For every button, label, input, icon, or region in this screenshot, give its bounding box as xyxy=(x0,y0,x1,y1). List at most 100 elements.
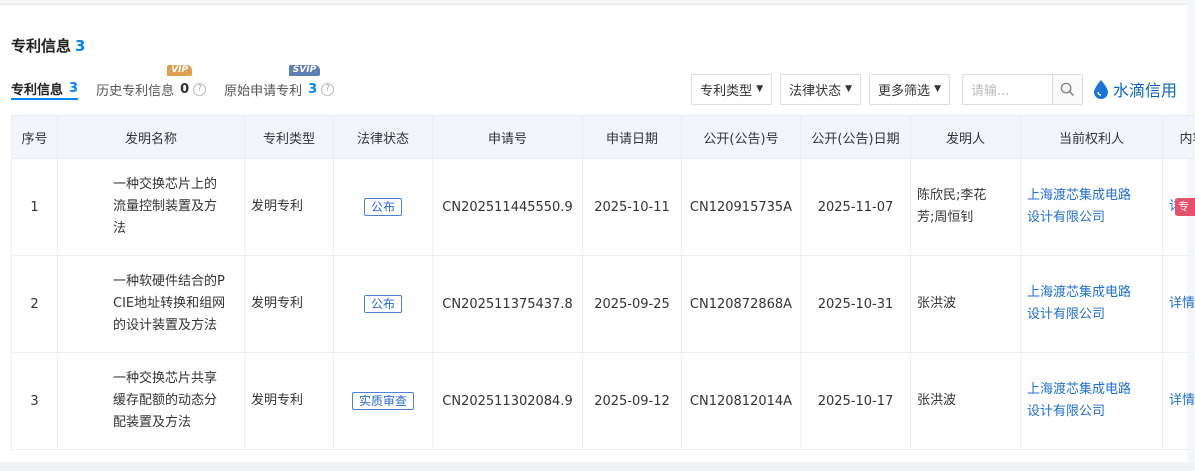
tab-original-application-patent[interactable]: SVIP 原始申请专利 3 ? xyxy=(224,65,335,100)
patent-type: 发明专利 xyxy=(244,158,334,256)
tab-patent-info[interactable]: 专利信息 3 xyxy=(11,78,79,100)
section-title: 专利信息 3 xyxy=(11,35,85,56)
inventor-cell: 张洪波 xyxy=(910,255,1021,353)
tab-history-patent-info[interactable]: VIP 历史专利信息 0 ? xyxy=(96,65,207,100)
brand-logo: 水滴信用 xyxy=(1093,77,1177,101)
legal-status-cell: 公布 xyxy=(333,158,433,256)
owner-link[interactable]: 上海渡芯集成电路 设计有限公司 xyxy=(1020,158,1163,256)
tab-count: 3 xyxy=(308,81,318,97)
application-number: CN202511445550.9 xyxy=(432,158,583,256)
owner-line[interactable]: 设计有限公司 xyxy=(1027,401,1156,423)
detail-link[interactable]: 详情 xyxy=(1169,296,1195,311)
owner-line[interactable]: 上海渡芯集成电路 xyxy=(1027,379,1156,401)
application-date: 2025-09-12 xyxy=(582,352,682,450)
patent-type: 发明专利 xyxy=(244,352,334,450)
application-number: CN202511375437.8 xyxy=(432,255,583,353)
invention-name-cell: 一种交换芯片上的 流量控制装置及方 法 xyxy=(57,158,245,256)
table-header-row: 序号 发明名称 专利类型 法律状态 申请号 申请日期 公开(公告)号 公开(公告… xyxy=(11,115,1195,159)
status-badge: 公布 xyxy=(363,295,402,313)
publication-number: CN120915735A xyxy=(681,158,801,256)
invention-name-line: 法 xyxy=(113,221,127,236)
help-icon[interactable]: ? xyxy=(321,82,335,96)
owner-link[interactable]: 上海渡芯集成电路 设计有限公司 xyxy=(1020,352,1163,450)
header-cell: 法律状态 xyxy=(333,115,433,159)
publication-number: CN120812014A xyxy=(681,352,801,450)
more-filters-dropdown[interactable]: 更多筛选 ▼ xyxy=(869,73,950,105)
tab-count: 0 xyxy=(180,81,190,97)
detail-cell: 详情 xyxy=(1162,255,1195,353)
invention-name-line: 流量控制装置及方 xyxy=(113,199,218,214)
patent-type-dropdown[interactable]: 专利类型 ▼ xyxy=(691,73,773,105)
row-number: 3 xyxy=(11,352,58,450)
invention-name-line: 一种交换芯片上的 xyxy=(113,177,218,192)
status-badge: 实质审查 xyxy=(351,392,414,410)
header-cell: 公开(公告)日期 xyxy=(800,115,911,159)
table-row: 1 一种交换芯片上的 流量控制装置及方 法 发明专利 公布 CN20251144… xyxy=(11,158,1195,256)
application-date: 2025-10-11 xyxy=(582,158,682,256)
patent-type: 发明专利 xyxy=(244,255,334,353)
patent-card: 专利信息 3 专利信息 3 VIP 历史专利信息 0 ? SVIP 原始申请专利 … xyxy=(0,4,1195,462)
patent-table: 序号 发明名称 专利类型 法律状态 申请号 申请日期 公开(公告)号 公开(公告… xyxy=(11,115,1195,450)
caret-down-icon: ▼ xyxy=(934,84,941,94)
owner-link[interactable]: 上海渡芯集成电路 设计有限公司 xyxy=(1020,255,1163,353)
search-icon xyxy=(1060,82,1075,96)
header-cell: 公开(公告)号 xyxy=(681,115,801,159)
legal-status-dropdown[interactable]: 法律状态 ▼ xyxy=(780,73,862,105)
header-cell: 专利类型 xyxy=(244,115,334,159)
detail-cell: 详情 xyxy=(1162,352,1195,450)
caret-down-icon: ▼ xyxy=(845,84,853,94)
header-cell: 发明人 xyxy=(910,115,1021,159)
legal-status-cell: 公布 xyxy=(333,255,433,353)
header-cell: 序号 xyxy=(11,115,58,159)
section-title-label: 专利信息 xyxy=(11,37,72,55)
inventor-line: 张洪波 xyxy=(917,393,957,408)
tab-bar: 专利信息 3 VIP 历史专利信息 0 ? SVIP 原始申请专利 3 ? xyxy=(11,65,352,100)
invention-name-line: 配装置及方法 xyxy=(113,415,192,430)
status-badge: 公布 xyxy=(363,198,402,216)
owner-line[interactable]: 设计有限公司 xyxy=(1027,304,1156,326)
header-cell: 申请号 xyxy=(432,115,583,159)
inventor-cell: 张洪波 xyxy=(910,352,1021,450)
tab-label: 原始申请专利 xyxy=(224,83,303,99)
row-number: 2 xyxy=(11,255,58,353)
invention-name-cell: 一种软硬件结合的P CIE地址转换和组网 的设计装置及方法 xyxy=(57,255,245,353)
invention-name-line: 一种交换芯片共享 xyxy=(113,371,218,386)
tab-label: 专利信息 xyxy=(11,82,64,98)
owner-line[interactable]: 设计有限公司 xyxy=(1027,207,1156,229)
header-cell: 发明名称 xyxy=(57,115,245,159)
invention-name-line: 的设计装置及方法 xyxy=(113,318,218,333)
table-row: 3 一种交换芯片共享 缓存配额的动态分 配装置及方法 发明专利 实质审查 CN2… xyxy=(11,352,1195,450)
side-patent-tag[interactable]: 专利 xyxy=(1175,198,1195,216)
invention-name-cell: 一种交换芯片共享 缓存配额的动态分 配装置及方法 xyxy=(57,352,245,450)
detail-link[interactable]: 详情 xyxy=(1169,393,1195,408)
publication-date: 2025-10-17 xyxy=(800,352,911,450)
more-filters-label: 更多筛选 xyxy=(878,83,931,99)
header-cell: 内容 xyxy=(1162,115,1195,159)
filter-bar: 专利类型 ▼ 法律状态 ▼ 更多筛选 ▼ 请输... 水滴信用 xyxy=(683,73,1177,105)
patent-type-label: 专利类型 xyxy=(700,83,753,99)
inventor-line: 芳;周恒钊 xyxy=(917,210,974,225)
publication-date: 2025-11-07 xyxy=(800,158,911,256)
vip-badge: VIP xyxy=(167,65,193,76)
invention-name-line: 一种软硬件结合的P xyxy=(113,274,225,289)
search-button[interactable] xyxy=(1051,73,1083,105)
application-date: 2025-09-25 xyxy=(582,255,682,353)
inventor-line: 张洪波 xyxy=(917,296,957,311)
publication-number: CN120872868A xyxy=(681,255,801,353)
header-cell: 申请日期 xyxy=(582,115,682,159)
invention-name-line: CIE地址转换和组网 xyxy=(113,296,226,311)
table-row: 2 一种软硬件结合的P CIE地址转换和组网 的设计装置及方法 发明专利 公布 … xyxy=(11,255,1195,353)
help-icon[interactable]: ? xyxy=(193,82,207,96)
search-input[interactable]: 请输... xyxy=(961,73,1052,105)
caret-down-icon: ▼ xyxy=(756,84,764,94)
owner-line[interactable]: 上海渡芯集成电路 xyxy=(1027,185,1156,207)
bottom-divider xyxy=(0,462,1195,471)
svip-badge: SVIP xyxy=(288,65,321,76)
application-number: CN202511302084.9 xyxy=(432,352,583,450)
legal-status-label: 法律状态 xyxy=(789,83,842,99)
inventor-line: 陈欣民;李花 xyxy=(917,188,987,203)
publication-date: 2025-10-31 xyxy=(800,255,911,353)
tab-label: 历史专利信息 xyxy=(96,83,175,99)
owner-line[interactable]: 上海渡芯集成电路 xyxy=(1027,282,1156,304)
legal-status-cell: 实质审查 xyxy=(333,352,433,450)
